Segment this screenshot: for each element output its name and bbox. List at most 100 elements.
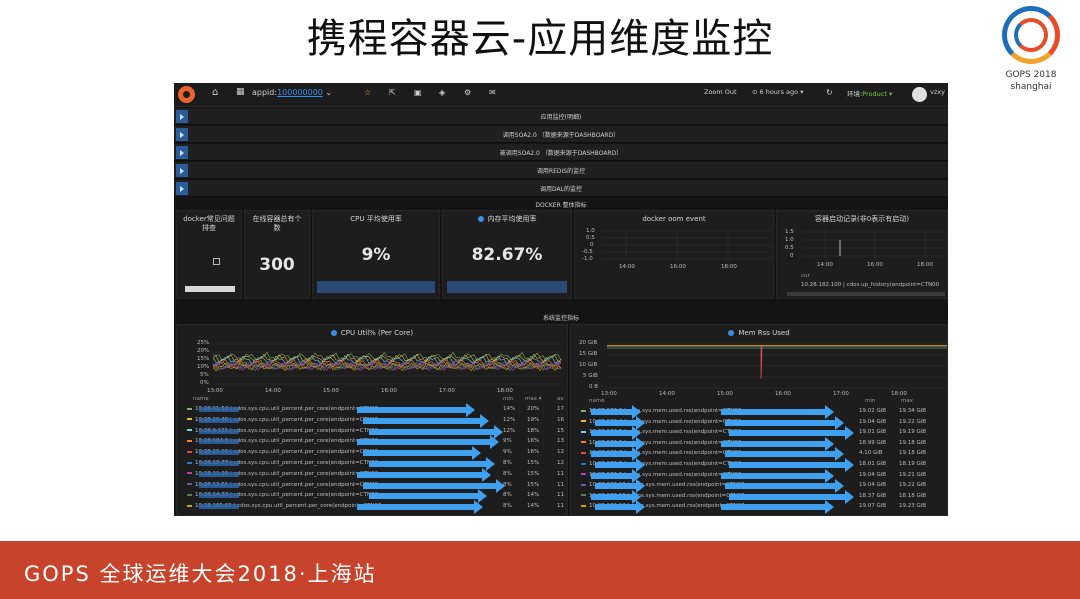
legend-col-max[interactable]: max <box>901 398 913 404</box>
zoom-out-button[interactable]: Zoom Out <box>704 88 737 96</box>
legend-col-min[interactable]: min <box>865 398 875 404</box>
info-icon[interactable] <box>330 330 337 336</box>
info-icon[interactable] <box>728 330 735 336</box>
y-tick: 0.5 <box>586 235 595 241</box>
x-tick: 14:00 <box>265 388 281 394</box>
legend-max: 14% <box>527 492 540 499</box>
row-called-soa[interactable]: 被调用SOA2.0 （数据来源于DASHBOARD） <box>174 144 948 161</box>
external-link-icon[interactable] <box>213 258 220 265</box>
x-tick: 15:00 <box>717 391 733 397</box>
y-tick: 0% <box>200 380 209 386</box>
legend-min: 8% <box>503 481 512 488</box>
y-tick: -0.5 <box>582 249 593 255</box>
system-section-title: 系统监控指标 <box>542 315 579 322</box>
row-app-detail[interactable]: 应用监控(明细) <box>174 108 948 125</box>
home-icon[interactable]: ⌂ <box>212 87 218 98</box>
panel-title: CPU Util% (Per Core) <box>177 329 567 338</box>
redaction-mark <box>199 439 239 445</box>
redaction-mark <box>199 471 239 477</box>
redaction-mark <box>199 450 239 456</box>
legend-max: 16% <box>527 449 540 456</box>
legend-min: 8% <box>503 503 512 510</box>
row-redis[interactable]: 调用REDIS的监控 <box>174 162 948 179</box>
annotation-arrow <box>369 489 487 504</box>
dashboard-grid-icon[interactable]: ▦ <box>236 87 245 97</box>
avatar[interactable] <box>912 87 927 102</box>
x-tick: 17:00 <box>439 388 455 394</box>
panel-title: 在线容器总有个数 <box>252 215 302 232</box>
x-tick: 14:00 <box>659 391 675 397</box>
snapshot-icon[interactable]: ◈ <box>439 88 445 97</box>
series-swatch <box>187 483 192 486</box>
legend-avg: 17 <box>557 406 564 412</box>
legend-scrollbar[interactable] <box>787 292 945 296</box>
row-title: 调用SOA2.0 （数据来源于DASHBOARD） <box>502 132 620 139</box>
legend-min: 12% <box>503 427 516 434</box>
logo-inner-ring-icon <box>1014 18 1048 52</box>
x-tick: 16:00 <box>381 388 397 394</box>
annotation-arrow <box>363 413 489 428</box>
series-swatch <box>581 494 586 497</box>
row-title: 被调用SOA2.0 （数据来源于DASHBOARD） <box>499 150 623 157</box>
info-icon[interactable] <box>477 216 484 222</box>
annotation-arrow <box>369 457 495 471</box>
annotation-arrow <box>729 426 854 441</box>
row-call-soa[interactable]: 调用SOA2.0 （数据来源于DASHBOARD） <box>174 126 948 143</box>
annotation-arrow <box>595 436 645 451</box>
docker-section-title: DOCKER 整体指标 <box>535 202 587 209</box>
time-range-picker[interactable]: ⊙ 6 hours ago ▾ <box>752 88 803 96</box>
comment-icon[interactable]: ✉ <box>489 88 496 97</box>
x-tick: 16:00 <box>775 391 791 397</box>
annotation-arrow <box>595 458 645 472</box>
legend-max: 19.18 GiB <box>899 439 927 446</box>
legend-min: 9% <box>503 438 512 445</box>
y-tick: 10% <box>197 364 210 370</box>
y-tick: 0 B <box>589 384 599 390</box>
y-tick: 25% <box>197 340 210 346</box>
annotation-arrow <box>357 403 475 417</box>
redaction-mark <box>199 428 239 434</box>
redaction-mark <box>199 461 239 466</box>
share-icon[interactable]: ⇱ <box>389 88 396 97</box>
series-swatch <box>581 462 586 465</box>
y-tick: 1.0 <box>586 228 595 234</box>
star-icon[interactable]: ☆ <box>364 88 371 97</box>
annotation-arrow <box>725 479 844 494</box>
annotation-arrow <box>357 500 483 515</box>
legend-col-avg[interactable]: av <box>557 396 564 402</box>
mem-line-chart <box>607 343 947 389</box>
mem-rss-panel: Mem Rss Used 20 GiB 15 GiB 10 GiB 5 GiB … <box>570 324 948 516</box>
refresh-icon[interactable]: ↻ <box>826 88 833 97</box>
legend-col-max[interactable]: max ▾ <box>525 396 542 402</box>
y-tick: 15 GiB <box>579 351 598 357</box>
settings-icon[interactable]: ⚙ <box>464 88 471 97</box>
series-swatch <box>581 441 586 444</box>
legend-avg: 15 <box>557 427 564 434</box>
annotation-arrow <box>363 478 505 493</box>
row-dal[interactable]: 调用DAL的监控 <box>174 180 948 197</box>
legend-min: 8% <box>503 460 512 466</box>
annotation-arrow <box>595 479 645 494</box>
legend-max: 19% <box>527 416 540 423</box>
online-count-value: 300 <box>259 255 295 275</box>
env-selector[interactable]: 环境:Product ▾ <box>847 88 892 98</box>
legend-avg: 11 <box>557 503 564 510</box>
row-title: 调用REDIS的监控 <box>536 168 586 175</box>
grafana-logo-icon[interactable] <box>178 86 195 103</box>
panel-title: CPU 平均使用率 <box>350 215 402 223</box>
dashboard-picker[interactable]: appid:100000000 ⌄ <box>252 88 332 97</box>
issue-input[interactable] <box>185 286 235 292</box>
save-icon[interactable]: ▣ <box>414 88 422 97</box>
legend-row[interactable]: 10.28.182.100 | cdos.up_history(endpoint… <box>801 282 939 288</box>
legend-col-name[interactable]: name <box>193 396 209 402</box>
legend-min: 18.01 GiB <box>859 461 887 467</box>
panel-title: Mem Rss Used <box>571 329 947 338</box>
legend-avg: 11 <box>557 492 564 499</box>
legend-col-min[interactable]: min <box>503 396 513 402</box>
oom-event-panel: docker oom event 1.0 0.5 0 -0.5 -1.0 14:… <box>574 210 774 299</box>
legend-col-name[interactable]: name <box>589 398 605 404</box>
user-name[interactable]: vzxy <box>930 88 945 96</box>
annotation-arrow <box>721 436 834 451</box>
y-tick: 5% <box>200 372 209 378</box>
legend-min: 12% <box>503 416 516 423</box>
